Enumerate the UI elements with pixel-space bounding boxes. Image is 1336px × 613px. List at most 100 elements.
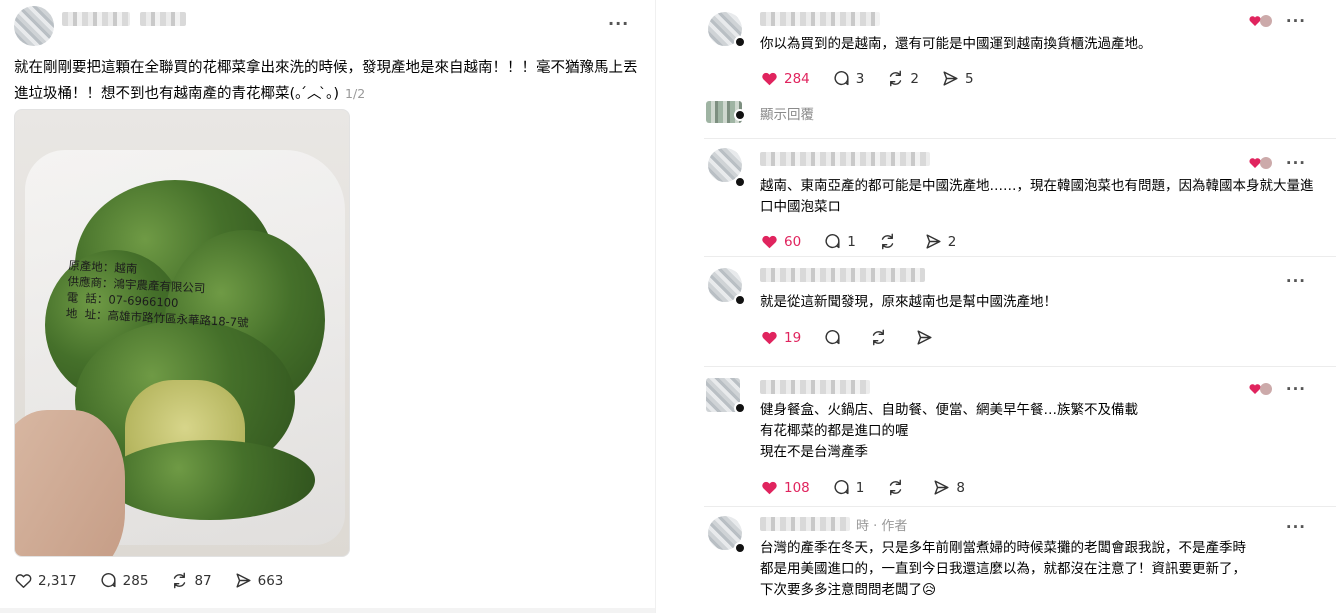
post-author-name[interactable]: [62, 12, 130, 26]
repost-icon: [872, 329, 885, 346]
share-count: 2: [947, 233, 957, 250]
origin-label: 原產地：越南 供應商：鴻宇農產有限公司 電 話：07-6966100 地 址：高…: [65, 258, 249, 330]
comment-separator: [704, 366, 1336, 367]
comment-more-icon[interactable]: ···: [1286, 12, 1306, 30]
post-body: 就在剛剛要把這顆在全聯買的花椰菜拿出來洗的時候，發現產地是來自越南！！！毫不猶豫…: [14, 56, 644, 107]
show-replies-link[interactable]: 顯示回覆: [760, 103, 814, 123]
image-pager: 1/2: [345, 86, 366, 101]
share-count: 8: [956, 479, 965, 496]
share-button[interactable]: 2: [924, 232, 957, 251]
reply-button[interactable]: 1: [823, 232, 856, 251]
repost-icon: [174, 572, 186, 589]
like-button[interactable]: 2,317: [14, 571, 77, 590]
hand: [15, 410, 125, 556]
follow-badge-icon[interactable]: [734, 294, 746, 306]
reply-button[interactable]: 3: [832, 69, 865, 88]
follow-badge-icon[interactable]: [734, 176, 746, 188]
comment-more-icon[interactable]: ···: [1286, 154, 1306, 172]
repost-button[interactable]: [886, 478, 910, 497]
repost-button[interactable]: [878, 232, 902, 251]
post-more-icon[interactable]: ···: [608, 14, 629, 33]
bottom-band: [0, 608, 655, 613]
send-icon: [917, 330, 932, 345]
share-count: 663: [257, 572, 284, 589]
comments-panel: ··· 你以為買到的是越南，還有可能是中國運到越南換貨櫃洗過產地。 284 3 …: [700, 0, 1336, 613]
like-button[interactable]: 60: [760, 232, 801, 251]
follow-badge-icon[interactable]: [734, 402, 746, 414]
divider: [655, 0, 656, 613]
comment-actions: 284 3 2 5: [760, 69, 996, 88]
repost-button[interactable]: 87: [170, 571, 212, 590]
send-icon: [943, 71, 958, 86]
comment-actions: 108 1 8: [760, 478, 987, 497]
comment-more-icon[interactable]: ···: [1286, 518, 1306, 536]
commenter-name[interactable]: [760, 12, 880, 26]
comment-text: 台灣的產季在冬天，只是多年前剛當煮婦的時候菜攤的老闆會跟我說，不是產季時 都是用…: [760, 538, 1315, 601]
follow-badge-icon[interactable]: [734, 36, 746, 48]
post-actions: 2,317 285 87 663: [14, 571, 305, 590]
comment-item: ··· 健身餐盒、火鍋店、自助餐、便當、網美早午餐…族繁不及備載 有花椰菜的都是…: [700, 368, 1336, 508]
commenter-name[interactable]: [760, 152, 930, 166]
post-text: 就在剛剛要把這顆在全聯買的花椰菜拿出來洗的時候，發現產地是來自越南！！！毫不猶豫…: [14, 60, 638, 102]
like-count: 60: [784, 233, 802, 250]
comment-count: 285: [122, 572, 149, 589]
like-button[interactable]: 19: [760, 328, 801, 347]
comment-line: 健身餐盒、火鍋店、自助餐、便當、網美早午餐…族繁不及備載: [760, 402, 1138, 418]
comment-item: ··· 就是從這新聞發現，原來越南也是幫中國洗產地！ 19: [700, 258, 1336, 363]
comment-line: 都是用美國進口的，一直到今日我還這麼以為，就都沒在注意了！資訊要更新了，: [760, 561, 1246, 577]
like-button[interactable]: 108: [760, 478, 810, 497]
repost-icon: [890, 479, 902, 496]
heart-filled-icon: [762, 481, 777, 495]
share-button[interactable]: [915, 328, 939, 347]
reply-count: 1: [855, 479, 865, 496]
comment-icon: [101, 573, 116, 588]
send-icon: [934, 480, 949, 495]
like-count: 19: [784, 329, 802, 346]
comment-more-icon[interactable]: ···: [1286, 380, 1306, 398]
reply-count: 3: [855, 70, 865, 87]
comment-separator: [704, 506, 1336, 507]
comment-text: 健身餐盒、火鍋店、自助餐、便當、網美早午餐…族繁不及備載 有花椰菜的都是進口的喔…: [760, 400, 1315, 463]
commenter-name[interactable]: [760, 517, 850, 531]
comment-separator: [704, 256, 1336, 257]
comment-button[interactable]: 285: [99, 571, 149, 590]
comment-icon: [834, 71, 849, 86]
comment-text: 就是從這新聞發現，原來越南也是幫中國洗產地！: [760, 294, 1057, 310]
comment-icon: [825, 234, 840, 249]
post-author-avatar[interactable]: [14, 6, 54, 46]
comment-line: 台灣的產季在冬天，只是多年前剛當煮婦的時候菜攤的老闆會跟我說，不是產季時: [760, 540, 1246, 556]
comment-icon: [834, 480, 849, 495]
send-icon: [926, 234, 941, 249]
post-photo[interactable]: 原產地：越南 供應商：鴻宇農產有限公司 電 話：07-6966100 地 址：高…: [14, 109, 350, 557]
reply-button[interactable]: 1: [832, 478, 865, 497]
heart-icon: [15, 574, 32, 588]
follow-badge-icon[interactable]: [734, 542, 746, 554]
commenter-name[interactable]: [760, 268, 925, 282]
comment-meta: 時 · 作者: [856, 519, 908, 534]
like-count: 284: [784, 70, 810, 87]
reply-button[interactable]: [823, 328, 847, 347]
comment-line: 現在不是台灣產季: [760, 444, 868, 460]
share-button[interactable]: 663: [234, 571, 284, 590]
follow-badge-icon: [734, 109, 746, 121]
like-count: 108: [784, 479, 810, 496]
post-timestamp: [140, 12, 186, 26]
heart-filled-icon: [762, 331, 777, 345]
comment-item: ··· 越南、東南亞產的都可能是中國洗產地……，現在韓國泡菜也有問題，因為韓國本…: [700, 140, 1336, 255]
author-liked-icon: [1249, 383, 1272, 395]
comment-item: 時 · 作者 ··· 台灣的產季在冬天，只是多年前剛當煮婦的時候菜攤的老闆會跟我…: [700, 508, 1336, 613]
comment-line: 下次要多多注意問問老闆了😥: [760, 582, 937, 598]
comment-separator: [704, 138, 1336, 139]
comment-actions: 60 1 2: [760, 232, 978, 251]
comment-more-icon[interactable]: ···: [1286, 272, 1306, 290]
commenter-name[interactable]: [760, 380, 870, 394]
share-button[interactable]: 5: [941, 69, 974, 88]
repost-button[interactable]: 2: [886, 69, 919, 88]
share-count: 5: [964, 70, 974, 87]
comment-text: 越南、東南亞產的都可能是中國洗產地……，現在韓國泡菜也有問題，因為韓國本身就大量…: [760, 178, 1314, 215]
share-button[interactable]: 8: [932, 478, 965, 497]
like-button[interactable]: 284: [760, 69, 810, 88]
comment-icon: [825, 330, 840, 345]
repost-button[interactable]: [869, 328, 893, 347]
repost-count: 2: [910, 70, 919, 87]
